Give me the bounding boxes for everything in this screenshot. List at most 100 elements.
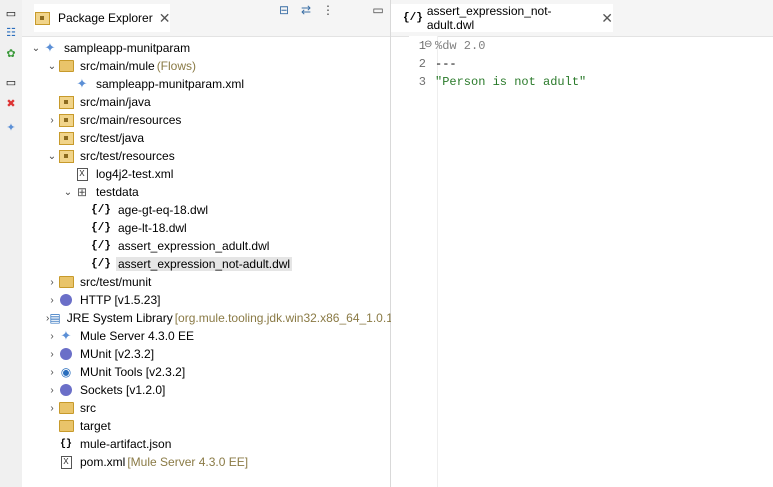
tree-item[interactable]: src/main/java [22, 93, 390, 111]
tree-item[interactable]: ⌄ ⊞ testdata [22, 183, 390, 201]
tree-item-label: mule-artifact.json [80, 437, 172, 451]
problems-icon[interactable]: ✖ [4, 96, 18, 110]
tree-item[interactable]: Xpom.xml [Mule Server 4.3.0 EE] [22, 453, 390, 471]
chevron-right-icon[interactable]: › [46, 115, 58, 126]
tree-item[interactable]: {/} assert_expression_not-adult.dwl [22, 255, 390, 273]
tree-item-label: assert_expression_adult.dwl [118, 239, 270, 253]
tree-item[interactable]: ⌄ src/main/mule (Flows) [22, 57, 390, 75]
tree-item[interactable]: › src/test/munit [22, 273, 390, 291]
chevron-down-icon[interactable]: ⌄ [30, 43, 42, 54]
chevron-right-icon[interactable]: › [46, 349, 58, 360]
source-folder-icon [58, 58, 74, 74]
close-icon[interactable]: ✕ [601, 10, 613, 27]
library-icon [58, 382, 74, 398]
chevron-right-icon[interactable]: › [46, 385, 58, 396]
dwl-file-icon: {/} [91, 204, 111, 216]
code-line-3[interactable]: "Person is not adult" [435, 75, 586, 89]
editor-area: {/} assert_expression_not-adult.dwl ✕ 1 … [391, 0, 773, 487]
tree-item[interactable]: › src/main/resources [22, 111, 390, 129]
tree-item-label: sampleapp-munitparam.xml [96, 77, 245, 91]
tree-item[interactable]: ✦ sampleapp-munitparam.xml [22, 75, 390, 93]
code-line-1[interactable]: %dw 2.0 [435, 39, 485, 53]
package-folder-icon [58, 94, 74, 110]
chevron-down-icon[interactable]: ⌄ [62, 187, 74, 198]
mule-properties-icon[interactable]: ✦ [4, 120, 18, 134]
dwl-file-icon: {/} [91, 240, 111, 252]
source-folder-icon [58, 274, 74, 290]
package-explorer-view: Package Explorer ✕ ⊟ ⇄ ⋮ ▭ ▢ ⌄✦sampleapp… [22, 0, 402, 487]
tree-item[interactable]: › src [22, 399, 390, 417]
tree-item[interactable]: {} mule-artifact.json [22, 435, 390, 453]
tree-item[interactable]: › ✦ Mule Server 4.3.0 EE [22, 327, 390, 345]
tree-item-decoration: (Flows) [156, 59, 197, 73]
tree-item[interactable]: › ▤ JRE System Library [org.mule.tooling.jd… [22, 309, 393, 327]
chevron-down-icon[interactable]: ⌄ [46, 151, 58, 162]
chevron-right-icon[interactable]: › [46, 331, 58, 342]
tab-package-explorer[interactable]: Package Explorer ✕ [34, 4, 171, 32]
tree-item-label: src/main/java [80, 95, 151, 109]
tree-item-label: assert_expression_not-adult.dwl [116, 257, 293, 271]
tree-item-label: src/test/java [80, 131, 145, 145]
code-line-2[interactable]: --- [435, 57, 457, 71]
tree-item[interactable]: {/} age-gt-eq-18.dwl [22, 201, 390, 219]
view-menu-icon[interactable]: ⋮ [320, 2, 336, 18]
mule-palette-icon[interactable]: ✿ [4, 46, 18, 60]
minimize-icon[interactable]: ▭ [370, 2, 386, 18]
tree-item[interactable]: {/} age-lt-18.dwl [22, 219, 390, 237]
tree-item[interactable]: › ◉ MUnit Tools [v2.3.2] [22, 363, 390, 381]
tree-item[interactable]: src/test/java [22, 129, 390, 147]
editor-tabbar: {/} assert_expression_not-adult.dwl ✕ [391, 0, 773, 37]
package-folder-icon [58, 148, 74, 164]
folder-icon [58, 400, 74, 416]
fold-icon[interactable]: ⊖ [424, 39, 432, 50]
package-explorer-tabbar: Package Explorer ✕ ⊟ ⇄ ⋮ ▭ ▢ [22, 0, 402, 37]
outline-icon[interactable]: ☷ [4, 25, 18, 39]
dwl-file-icon: {/} [403, 12, 423, 24]
restore-icon[interactable]: ▭ [4, 75, 18, 89]
mule-config-icon: ✦ [76, 76, 88, 91]
project-tree: ⌄ ✦ sampleapp-munitparam ⌄ src/main/mule (Flo… [22, 37, 393, 487]
chevron-right-icon[interactable]: › [46, 403, 58, 414]
tree-item[interactable]: target [22, 417, 390, 435]
tree-item-label: log4j2-test.xml [96, 167, 174, 181]
jre-library-icon: ▤ [49, 311, 61, 325]
tree-item[interactable]: ⌄ ✦ sampleapp-munitparam [22, 39, 390, 57]
tree-item-label: Sockets [v1.2.0] [80, 383, 166, 397]
tree-item-label: HTTP [v1.5.23] [80, 293, 161, 307]
tree-item-label: age-gt-eq-18.dwl [118, 203, 209, 217]
chevron-right-icon[interactable]: › [46, 367, 58, 378]
tree-item-label: src [80, 401, 96, 415]
json-file-icon: {} [59, 438, 72, 450]
tree-item[interactable]: ⌄ src/test/resources [22, 147, 390, 165]
tree-item-label: src/main/mule [80, 59, 155, 73]
folder-icon [58, 418, 74, 434]
close-icon[interactable]: ✕ [159, 10, 171, 27]
tree-item[interactable]: › MUnit [v2.3.2] [22, 345, 390, 363]
line-number-gutter [409, 36, 438, 487]
library-icon [58, 292, 74, 308]
tree-item-decoration: [Mule Server 4.3.0 EE] [127, 455, 249, 469]
collapse-all-icon[interactable]: ⊟ [276, 2, 292, 18]
tree-item-decoration: [org.mule.tooling.jdk.win32.x86_64_1.0.1 [174, 311, 393, 325]
tab-assert-expression-not-adult[interactable]: {/} assert_expression_not-adult.dwl ✕ [391, 4, 613, 32]
package-folder-icon [58, 112, 74, 128]
tab-label: Package Explorer [58, 11, 153, 25]
tree-item-label: pom.xml [80, 455, 126, 469]
line-number: 3 [418, 75, 426, 89]
tree-item[interactable]: {/} assert_expression_adult.dwl [22, 237, 390, 255]
tree-item-label: src/main/resources [80, 113, 182, 127]
tree-item[interactable]: › Sockets [v1.2.0] [22, 381, 390, 399]
tree-item-label: Mule Server 4.3.0 EE [80, 329, 195, 343]
chevron-down-icon[interactable]: ⌄ [46, 61, 58, 72]
tree-item-label: sampleapp-munitparam [64, 41, 191, 55]
restore-icon[interactable]: ▭ [4, 6, 18, 20]
tree-item-label: src/test/resources [80, 149, 175, 163]
tree-item[interactable]: Xlog4j2-test.xml [22, 165, 390, 183]
tree-item[interactable]: › HTTP [v1.5.23] [22, 291, 390, 309]
link-with-editor-icon[interactable]: ⇄ [298, 2, 314, 18]
xml-file-icon: X [58, 454, 74, 470]
chevron-right-icon[interactable]: › [46, 295, 58, 306]
editor-tab-label: assert_expression_not-adult.dwl [426, 4, 552, 32]
chevron-right-icon[interactable]: › [46, 277, 58, 288]
xml-file-icon: X [74, 166, 90, 182]
